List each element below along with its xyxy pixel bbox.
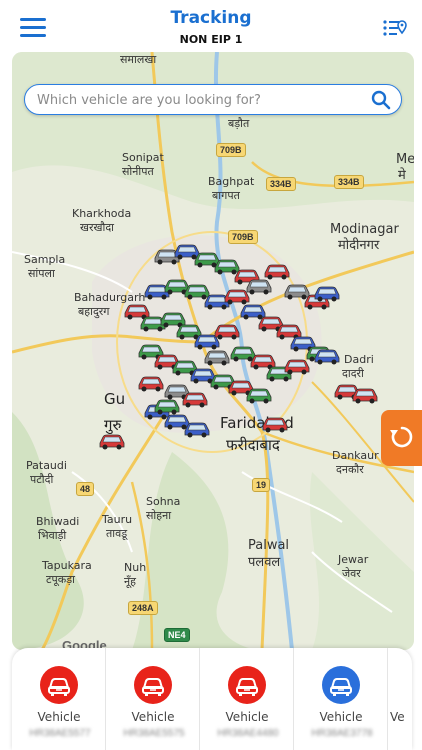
map-label: खरखौदा [80,221,115,234]
highway-shield: 248A [128,601,158,615]
map-label: पलवल [248,555,281,570]
vehicle-list-icon[interactable] [382,18,408,40]
car-icon [40,666,78,704]
highway-shield: 709B [216,143,246,157]
car-icon [228,666,266,704]
vehicle-plate: HR38AE3778 [311,728,373,739]
map-label: Kharkhoda [72,207,132,220]
page-subtitle: NON EIP 1 [179,33,243,46]
map-label: टपूकड़ा [46,573,75,586]
map-label: जेवर [342,567,361,580]
map-label: Me [396,152,414,167]
highway-shield: 19 [252,478,271,492]
vehicle-marker[interactable] [260,415,290,433]
map-label: समालखा [120,53,157,66]
vehicle-marker[interactable] [136,374,166,392]
vehicle-label: Ve [390,710,405,724]
highway-shield: 48 [76,482,95,496]
map-label: Jewar [338,553,369,566]
map-label: मोदीनगर [338,238,380,253]
map-label: सोनीपत [122,165,154,178]
map-label: Sohna [146,495,181,508]
vehicle-marker[interactable] [282,357,312,375]
map-label: Palwal [248,538,290,553]
car-icon [134,666,172,704]
vehicle-plate: HR38AE5577 [29,728,91,739]
map-label: Gu [104,390,126,408]
vehicle-marker[interactable] [202,348,232,366]
vehicle-marker[interactable] [212,322,242,340]
map-label: Modinagar [330,222,399,237]
vehicle-marker[interactable] [97,432,127,450]
map-label: बागपत [212,189,240,202]
vehicle-card[interactable]: Vehicle HR38AE4480 [200,648,294,750]
map-label: मे [398,168,406,183]
map-label: Dankaur [332,449,379,462]
map-label: बहादुरग [78,305,110,318]
vehicle-marker[interactable] [350,386,380,404]
map-label: भिवाड़ी [38,529,67,542]
map-label: नूँह [124,575,136,588]
vehicle-card[interactable]: Ve [388,648,412,750]
vehicle-marker[interactable] [312,347,342,365]
vehicle-marker[interactable] [180,390,210,408]
vehicle-label: Vehicle [225,710,269,724]
vehicle-marker[interactable] [244,386,274,404]
refresh-button[interactable] [381,410,422,466]
map-label: Bhiwadi [36,515,80,528]
highway-shield: 334B [266,177,296,191]
page-title: Tracking [170,8,252,28]
map-label: Sonipat [122,151,164,164]
vehicle-card[interactable]: Vehicle HR38AE3778 [294,648,388,750]
map-label: Pataudi [26,459,67,472]
vehicle-marker[interactable] [262,262,292,280]
map-label: Tauru [102,513,133,526]
vehicle-plate: HR38AE5575 [123,728,185,739]
car-icon [322,666,360,704]
vehicle-search-bar [24,84,402,115]
vehicle-carousel[interactable]: Vehicle HR38AE5577 Vehicle HR38AE5575 Ve… [12,648,412,750]
vehicle-label: Vehicle [131,710,175,724]
map-label: दादरी [342,367,364,380]
map-label: Baghpat [208,175,255,188]
app-header: Tracking NON EIP 1 [0,0,422,50]
vehicle-plate: HR38AE4480 [217,728,279,739]
vehicle-label: Vehicle [319,710,363,724]
vehicle-marker[interactable] [152,397,182,415]
vehicle-marker[interactable] [182,420,212,438]
map-label: Sampla [24,253,66,266]
map-label: Nuh [124,561,147,574]
vehicle-marker[interactable] [312,284,342,302]
map-label: बड़ौत [228,117,250,130]
map-label: फरीदाबाद [226,436,280,454]
vehicle-label: Vehicle [37,710,81,724]
map-label: सोहना [146,509,172,522]
map-label: Tapukara [42,559,92,572]
search-icon[interactable] [371,90,391,110]
search-input[interactable] [37,90,357,110]
highway-shield: 709B [228,230,258,244]
map-view[interactable]: समालखा बड़ौत Sonipat सोनीपत Baghpat बागप… [12,52,414,650]
refresh-icon [390,426,413,448]
vehicle-card[interactable]: Vehicle HR38AE5575 [106,648,200,750]
map-label: तावडू [106,527,128,540]
map-label: सांपला [28,267,55,280]
map-label: Dadri [344,353,374,366]
vehicle-card[interactable]: Vehicle HR38AE5577 [12,648,106,750]
map-label: दनकौर [336,463,364,476]
highway-shield: 334B [334,175,364,189]
highway-shield: NE4 [164,628,190,642]
map-label: पटौदी [30,473,54,486]
